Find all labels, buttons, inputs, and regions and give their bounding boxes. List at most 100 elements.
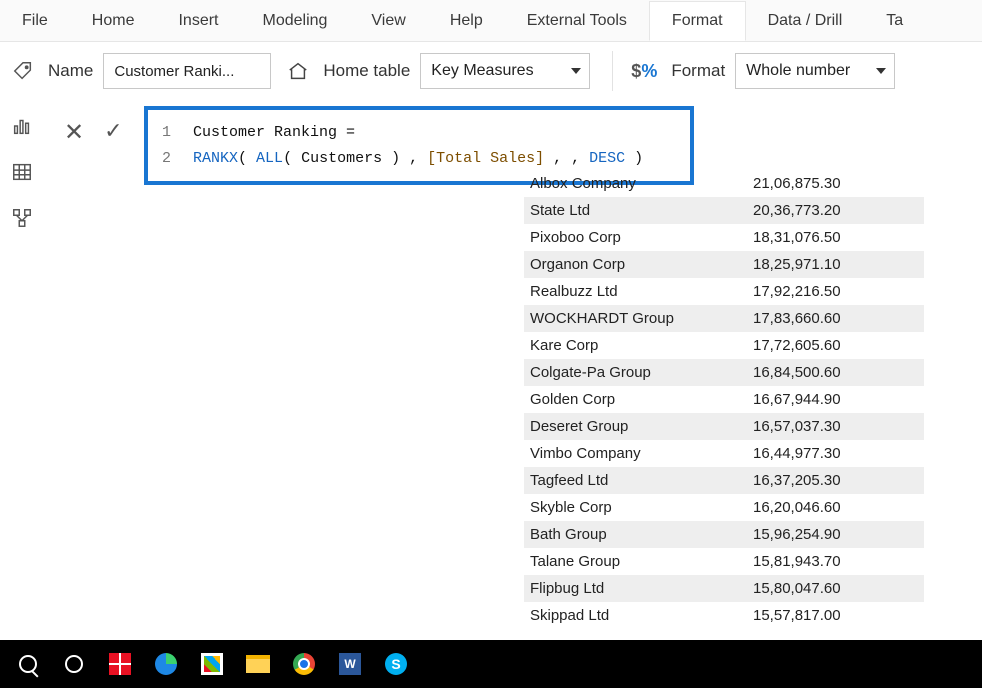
value-cell: 16,57,037.30 (749, 418, 924, 435)
model-view-icon[interactable] (10, 206, 34, 230)
customer-name-cell: Tagfeed Ltd (524, 472, 749, 489)
table-row[interactable]: Colgate-Pa Group16,84,500.60 (524, 359, 924, 386)
code-table: Customers (301, 150, 382, 167)
customer-name-cell: Vimbo Company (524, 445, 749, 462)
format-label: Format (671, 61, 725, 81)
table-row[interactable]: Tagfeed Ltd16,37,205.30 (524, 467, 924, 494)
customer-name-cell: Golden Corp (524, 391, 749, 408)
value-cell: 16,20,046.60 (749, 499, 924, 516)
properties-bar: Name Home table Key Measures $% Format W… (0, 42, 982, 100)
divider (612, 51, 613, 91)
table-row[interactable]: Vimbo Company16,44,977.30 (524, 440, 924, 467)
value-cell: 16,84,500.60 (749, 364, 924, 381)
customer-name-cell: Deseret Group (524, 418, 749, 435)
commit-formula-button[interactable]: ✓ (104, 118, 122, 147)
customer-name-cell: Realbuzz Ltd (524, 283, 749, 300)
value-cell: 16,67,944.90 (749, 391, 924, 408)
taskbar-gift-icon[interactable] (100, 644, 140, 684)
value-cell: 17,92,216.50 (749, 283, 924, 300)
taskbar-cortana-icon[interactable] (54, 644, 94, 684)
home-icon (287, 60, 309, 82)
line-number: 1 (162, 120, 176, 146)
taskbar-word-icon[interactable]: W (330, 644, 370, 684)
ribbon-tab-file[interactable]: File (0, 2, 70, 40)
ribbon-tab-modeling[interactable]: Modeling (240, 2, 349, 40)
customer-name-cell: Skyble Corp (524, 499, 749, 516)
taskbar-edge-icon[interactable] (146, 644, 186, 684)
line-number: 2 (162, 146, 176, 172)
ribbon-tab-ta[interactable]: Ta (864, 2, 925, 40)
taskbar-chrome-icon[interactable] (284, 644, 324, 684)
customer-name-cell: Flipbug Ltd (524, 580, 749, 597)
ribbon-tab-help[interactable]: Help (428, 2, 505, 40)
value-cell: 21,06,875.30 (749, 175, 924, 192)
customer-name-cell: Organon Corp (524, 256, 749, 273)
value-cell: 17,83,660.60 (749, 310, 924, 327)
customer-name-cell: Pixoboo Corp (524, 229, 749, 246)
value-cell: 15,81,943.70 (749, 553, 924, 570)
table-row[interactable]: Skippad Ltd15,57,817.00 (524, 602, 924, 629)
value-cell: 15,80,047.60 (749, 580, 924, 597)
customer-name-cell: Skippad Ltd (524, 607, 749, 624)
table-row[interactable]: Albox Company21,06,875.30 (524, 170, 924, 197)
table-row[interactable]: Pixoboo Corp18,31,076.50 (524, 224, 924, 251)
ribbon-tab-external-tools[interactable]: External Tools (505, 2, 649, 40)
table-row[interactable]: State Ltd20,36,773.20 (524, 197, 924, 224)
view-rail (0, 100, 44, 230)
table-row[interactable]: WOCKHARDT Group17,83,660.60 (524, 305, 924, 332)
ribbon-tab-format[interactable]: Format (649, 1, 746, 41)
format-icon: $% (631, 61, 657, 82)
value-cell: 16,37,205.30 (749, 472, 924, 489)
table-row[interactable]: Skyble Corp16,20,046.60 (524, 494, 924, 521)
format-select[interactable]: Whole number (735, 53, 895, 89)
table-row[interactable]: Organon Corp18,25,971.10 (524, 251, 924, 278)
data-table: Albox Company21,06,875.30State Ltd20,36,… (524, 170, 924, 629)
value-cell: 20,36,773.20 (749, 202, 924, 219)
customer-name-cell: State Ltd (524, 202, 749, 219)
code-kw: ALL (256, 150, 283, 167)
table-row[interactable]: Realbuzz Ltd17,92,216.50 (524, 278, 924, 305)
home-table-value: Key Measures (431, 62, 533, 80)
customer-name-cell: Albox Company (524, 175, 749, 192)
report-view-icon[interactable] (10, 114, 34, 138)
home-table-select[interactable]: Key Measures (420, 53, 590, 89)
customer-name-cell: Talane Group (524, 553, 749, 570)
customer-name-cell: WOCKHARDT Group (524, 310, 749, 327)
formula-actions: ✕ ✓ (64, 118, 123, 147)
taskbar-store-icon[interactable] (192, 644, 232, 684)
taskbar-skype-icon[interactable]: S (376, 644, 416, 684)
table-row[interactable]: Bath Group15,96,254.90 (524, 521, 924, 548)
table-row[interactable]: Talane Group15,81,943.70 (524, 548, 924, 575)
ribbon-tab-insert[interactable]: Insert (156, 2, 240, 40)
tag-icon (12, 60, 34, 82)
ribbon-tab-data-drill[interactable]: Data / Drill (746, 2, 865, 40)
format-value: Whole number (746, 62, 850, 80)
value-cell: 16,44,977.30 (749, 445, 924, 462)
code-text: Customer Ranking = (193, 124, 355, 141)
value-cell: 18,31,076.50 (749, 229, 924, 246)
taskbar-explorer-icon[interactable] (238, 644, 278, 684)
ribbon-tabs: FileHomeInsertModelingViewHelpExternal T… (0, 0, 982, 42)
code-kw: DESC (589, 150, 625, 167)
customer-name-cell: Colgate-Pa Group (524, 364, 749, 381)
table-row[interactable]: Deseret Group16,57,037.30 (524, 413, 924, 440)
table-row[interactable]: Flipbug Ltd15,80,047.60 (524, 575, 924, 602)
windows-taskbar: W S (0, 640, 982, 688)
name-label: Name (48, 61, 93, 81)
home-table-label: Home table (323, 61, 410, 81)
value-cell: 17,72,605.60 (749, 337, 924, 354)
value-cell: 15,96,254.90 (749, 526, 924, 543)
code-fn: RANKX (193, 150, 238, 167)
data-view-icon[interactable] (10, 160, 34, 184)
measure-name-input[interactable] (103, 53, 271, 89)
ribbon-tab-view[interactable]: View (349, 2, 427, 40)
table-row[interactable]: Kare Corp17,72,605.60 (524, 332, 924, 359)
customer-name-cell: Kare Corp (524, 337, 749, 354)
code-column: [Total Sales] (427, 150, 544, 167)
table-row[interactable]: Golden Corp16,67,944.90 (524, 386, 924, 413)
value-cell: 15,57,817.00 (749, 607, 924, 624)
customer-name-cell: Bath Group (524, 526, 749, 543)
ribbon-tab-home[interactable]: Home (70, 2, 157, 40)
cancel-formula-button[interactable]: ✕ (64, 118, 84, 147)
taskbar-search-icon[interactable] (8, 644, 48, 684)
